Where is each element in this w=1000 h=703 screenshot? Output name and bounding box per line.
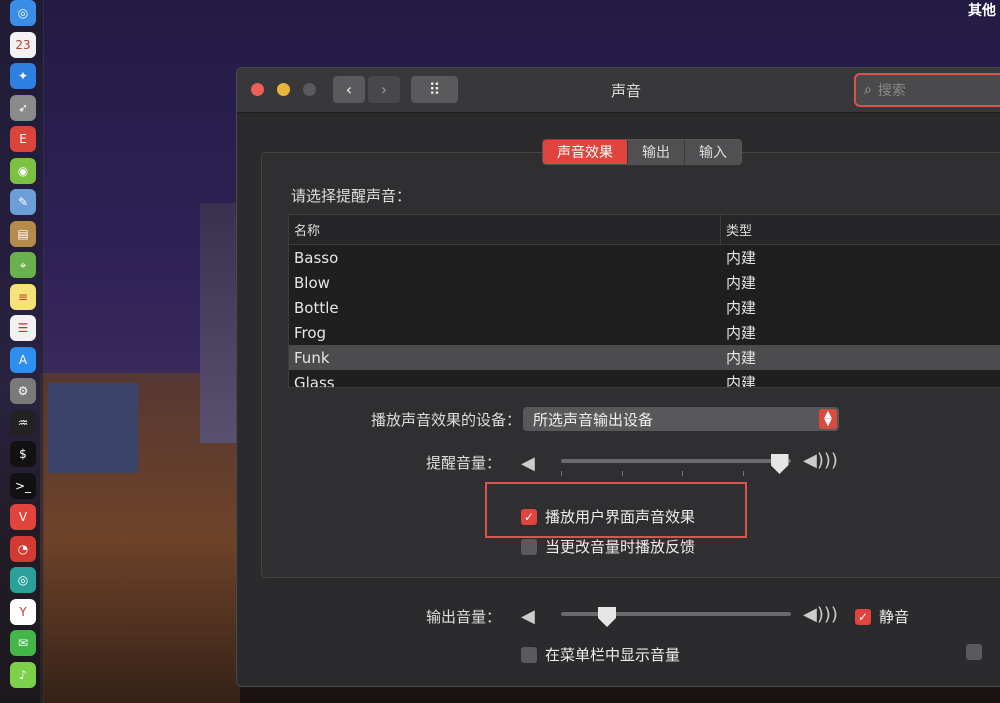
title-bar: ‹ › ⠿ 声音 ⌕ 搜索 xyxy=(237,68,1000,113)
output-volume-slider[interactable] xyxy=(561,612,791,616)
app-red-icon[interactable]: E xyxy=(10,126,36,152)
alert-sound-list[interactable]: 名称 类型 Basso 内建 Blow 内建 Bottle 内建 Frog 内建 Funk 内建 G… xyxy=(288,214,1000,388)
menubar-volume-checkbox[interactable] xyxy=(521,646,537,663)
menubar-other-label[interactable]: 其他 xyxy=(968,0,996,20)
sound-type: 内建 xyxy=(726,299,757,317)
slider-tick xyxy=(682,471,683,476)
output-device-select[interactable]: 所选声音输出设备 ▲ ▼ xyxy=(523,407,839,431)
wechat-icon[interactable]: ✉ xyxy=(10,630,36,656)
android-icon[interactable]: ◉ xyxy=(10,157,36,184)
sound-name: Glass xyxy=(294,373,335,388)
volume-feedback-label: 当更改音量时播放反馈 xyxy=(545,538,696,556)
netease-music-icon[interactable]: ◔ xyxy=(10,535,36,562)
slider-tick xyxy=(743,471,744,476)
search-placeholder: 搜索 xyxy=(877,83,906,99)
menubar-volume-label: 在菜单栏中显示音量 xyxy=(545,646,681,664)
sound-list-row[interactable]: Frog 内建 xyxy=(289,320,1000,345)
terminal-icon[interactable]: >_ xyxy=(10,472,36,499)
reminders-icon[interactable]: ☰ xyxy=(10,315,36,341)
sound-list-row[interactable]: Blow 内建 xyxy=(289,270,1000,295)
appstore-icon[interactable]: A xyxy=(10,346,36,373)
sound-name: Basso xyxy=(294,248,339,267)
column-header-type[interactable]: 类型 xyxy=(721,215,752,244)
output-device-label: 播放声音效果的设备： xyxy=(370,411,521,429)
list-header: 名称 类型 xyxy=(289,215,1000,245)
sound-name: Funk xyxy=(294,348,330,367)
speaker-low-icon: ◀ xyxy=(521,606,535,627)
tab-output[interactable]: 输出 xyxy=(628,140,685,164)
help-button[interactable] xyxy=(966,644,982,660)
output-device-value: 所选声音输出设备 xyxy=(533,410,654,429)
slider-tick xyxy=(622,471,623,476)
compass-icon[interactable]: ✦ xyxy=(10,63,36,89)
sound-type: 内建 xyxy=(726,274,757,292)
sound-type: 内建 xyxy=(726,249,757,267)
sound-preferences-window: ‹ › ⠿ 声音 ⌕ 搜索 声音效果 输出 输入 请选择提醒声音： 名称 类型 … xyxy=(236,67,1000,687)
system-preferences-icon[interactable]: ⚙ xyxy=(10,378,36,404)
output-volume-thumb[interactable] xyxy=(598,607,616,627)
tab-input[interactable]: 输入 xyxy=(685,140,741,164)
speaker-high-icon: ◀))) xyxy=(803,604,838,625)
eye-app-icon[interactable]: ◎ xyxy=(10,567,36,593)
safari-icon[interactable]: ◎ xyxy=(10,0,36,26)
mute-checkbox[interactable]: ✓ xyxy=(855,608,871,625)
mute-label: 静音 xyxy=(879,608,910,626)
sound-list-row[interactable]: Basso 内建 xyxy=(289,245,1000,270)
sound-type: 内建 xyxy=(726,349,757,367)
terminal-dollar-icon[interactable]: $ xyxy=(10,441,36,467)
sound-name: Blow xyxy=(294,273,330,292)
menubar-volume-checkbox-row[interactable]: 在菜单栏中显示音量 xyxy=(521,644,680,665)
alert-sound-prompt: 请选择提醒声音： xyxy=(291,187,412,205)
yandex-icon[interactable]: Y xyxy=(10,598,36,625)
sound-name: Frog xyxy=(294,323,327,342)
alert-volume-label: 提醒音量： xyxy=(425,454,501,472)
vivaldi-icon[interactable]: V xyxy=(10,504,36,530)
sound-list-row[interactable]: Glass 内建 xyxy=(289,370,1000,388)
calendar-icon[interactable]: 23 xyxy=(10,31,36,58)
sound-type: 内建 xyxy=(726,374,757,388)
column-header-name[interactable]: 名称 xyxy=(289,215,721,244)
ui-sound-checkbox-row[interactable]: ✓ 播放用户界面声音效果 xyxy=(521,506,695,527)
desktop-tower xyxy=(200,203,240,443)
desktop-building xyxy=(48,383,138,473)
search-field[interactable]: ⌕ 搜索 xyxy=(854,73,1000,107)
alert-volume-slider[interactable] xyxy=(561,459,791,463)
search-icon: ⌕ xyxy=(864,82,872,98)
sound-list-row[interactable]: Bottle 内建 xyxy=(289,295,1000,320)
feedback-checkbox-row[interactable]: 当更改音量时播放反馈 xyxy=(521,536,695,557)
speaker-high-icon: ◀))) xyxy=(803,450,838,471)
tab-bar: 声音效果 输出 输入 xyxy=(542,139,742,165)
updown-arrows-icon: ▲ ▼ xyxy=(819,409,837,429)
activity-monitor-icon[interactable]: ♒ xyxy=(10,409,36,436)
dock: ◎ 23 ✦ ➶ E ◉ ✎ ▤ ⌖ ≡ ☰ A ⚙ ♒ $ >_ V ◔ ◎ Y ✉ ♪ xyxy=(0,0,44,703)
tab-sound-effects[interactable]: 声音效果 xyxy=(543,140,628,164)
output-volume-label: 输出音量： xyxy=(425,608,501,626)
ui-sound-checkbox[interactable]: ✓ xyxy=(521,508,537,525)
volume-feedback-checkbox[interactable] xyxy=(521,538,537,555)
mute-checkbox-row[interactable]: ✓ 静音 xyxy=(855,606,909,627)
slider-tick xyxy=(561,471,562,476)
speaker-low-icon: ◀ xyxy=(521,453,535,474)
notes-icon[interactable]: ≡ xyxy=(10,283,36,310)
sound-type: 内建 xyxy=(726,324,757,342)
sound-name: Bottle xyxy=(294,298,339,317)
sound-list-row[interactable]: Funk 内建 xyxy=(289,345,1000,370)
maps-icon[interactable]: ⌖ xyxy=(10,252,36,278)
ui-sound-label: 播放用户界面声音效果 xyxy=(545,508,696,526)
note-app-icon[interactable]: ♪ xyxy=(10,661,36,688)
notebook-icon[interactable]: ▤ xyxy=(10,220,36,247)
rocket-icon[interactable]: ➶ xyxy=(10,94,36,121)
preview-icon[interactable]: ✎ xyxy=(10,189,36,215)
